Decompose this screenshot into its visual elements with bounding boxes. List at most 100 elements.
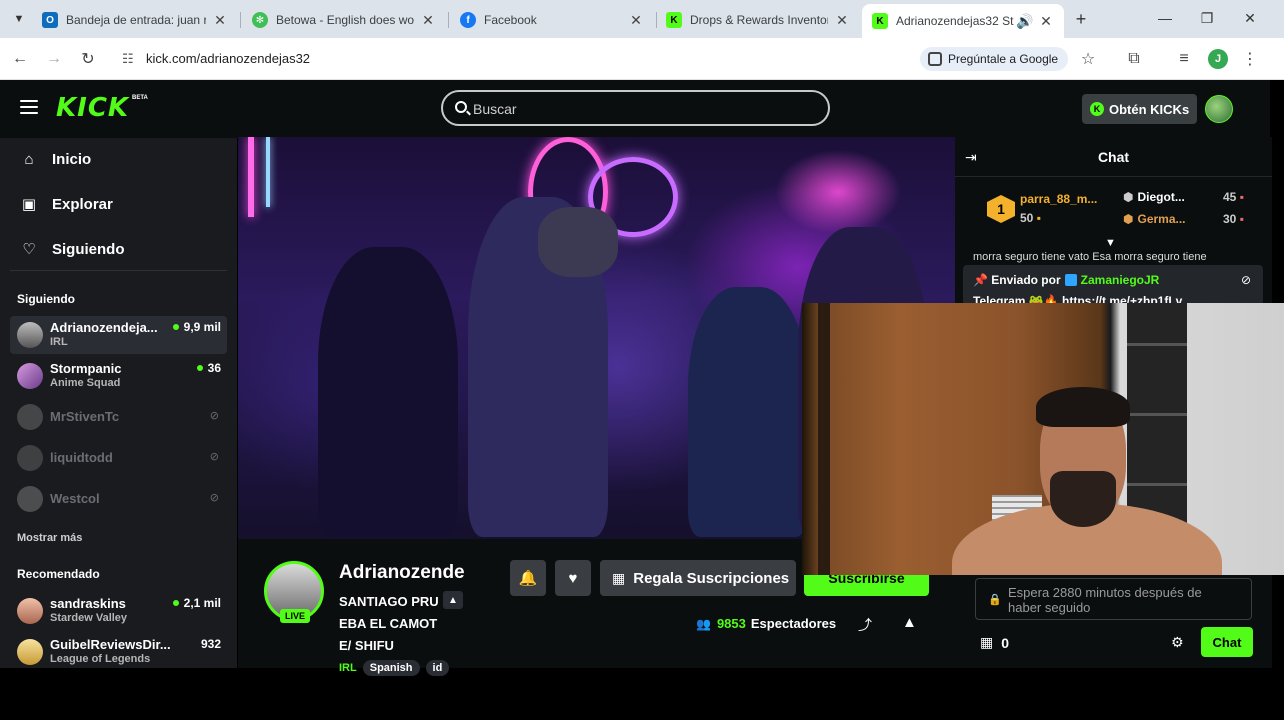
rank-icon: ⬢ xyxy=(1123,190,1134,204)
tag[interactable]: id xyxy=(425,660,450,676)
sidebar-channel[interactable]: GuibelReviewsDir... League of Legends 93… xyxy=(10,633,227,671)
forward-arrow-icon[interactable]: → xyxy=(42,47,66,71)
close-icon[interactable]: ✕ xyxy=(1038,13,1054,30)
rank-icon: ⬢ xyxy=(1123,212,1134,226)
show-more-link[interactable]: Mostrar más xyxy=(17,532,82,544)
sidebar-channel[interactable]: sandraskins Stardew Valley 2,1 mil xyxy=(10,592,227,630)
viewer-count: 36 xyxy=(196,361,221,375)
sidebar-channel[interactable]: Stormpanic Anime Squad 36 xyxy=(10,357,227,395)
ask-google-chip[interactable]: Pregúntale a Google xyxy=(920,47,1069,71)
sidebar-channel[interactable]: liquidtodd ⊘ xyxy=(10,439,227,477)
leaderboard-name: Germa... xyxy=(1137,212,1186,226)
nav-label: Explorar xyxy=(52,195,113,213)
tab-outlook[interactable]: O Bandeja de entrada: juan rojas ✕ xyxy=(32,6,238,34)
tab-drops[interactable]: K Drops & Rewards Inventory ✕ xyxy=(656,6,860,34)
pinned-message[interactable]: 📌 Enviado por ZamaniegoJR ⊘ Telegram 🐸🔥 … xyxy=(963,265,1263,305)
live-dot-icon xyxy=(196,365,203,371)
expand-leaderboard-icon[interactable]: ▼ xyxy=(1105,237,1116,249)
pin-icon: 📌 xyxy=(973,273,988,287)
unpin-icon[interactable]: ⊘ xyxy=(1241,273,1251,287)
leaderboard-amount: 50 ▪ xyxy=(1020,211,1041,225)
leaderboard-entry[interactable]: ⬢ Germa... xyxy=(1123,212,1186,226)
chevron-up-icon[interactable]: ▲ xyxy=(443,591,463,609)
pinned-prefix: Enviado por xyxy=(991,273,1061,287)
language-tag[interactable]: Spanish xyxy=(362,660,420,676)
chat-input-placeholder: Espera 2880 minutos después de haber seg… xyxy=(1008,585,1202,615)
site-header: KICK BETA K Obtén KICKs xyxy=(0,80,1270,138)
more-menu-icon[interactable]: ⋮ xyxy=(1238,47,1262,71)
site-info-icon[interactable]: ☷ xyxy=(122,51,134,67)
kicks-balance[interactable]: ▦ 0 xyxy=(980,634,1009,651)
speaker-icon[interactable]: 🔊 xyxy=(1016,13,1033,30)
avatar xyxy=(17,363,43,389)
share-icon[interactable]: ⤴ xyxy=(858,615,872,635)
media-control-icon[interactable]: ≡ xyxy=(1172,47,1196,71)
back-arrow-icon[interactable]: ← xyxy=(8,47,32,71)
channel-name: GuibelReviewsDir... xyxy=(50,637,170,652)
profile-avatar[interactable]: J xyxy=(1208,49,1228,69)
lock-icon: 🔒 xyxy=(988,594,1002,606)
close-icon[interactable]: ✕ xyxy=(212,12,228,29)
stream-title: SANTIAGO PRU EBA EL CAMOT E/ SHIFU xyxy=(339,594,439,653)
nav-explore[interactable]: ▣ Explorar xyxy=(20,192,113,216)
tab-title: Facebook xyxy=(484,13,537,27)
stream-tags: IRL Spanish id xyxy=(339,660,450,676)
outlook-icon: O xyxy=(42,12,58,28)
kick-logo[interactable]: KICK xyxy=(56,93,129,123)
channel-category: IRL xyxy=(50,336,68,348)
viewer-count: 2,1 mil xyxy=(172,596,221,610)
divider xyxy=(10,270,227,271)
reload-icon[interactable]: ↻ xyxy=(76,47,100,71)
tab-search-icon[interactable]: ▼ xyxy=(8,8,30,30)
chat-message: morra seguro tiene vato Esa morra seguro… xyxy=(973,251,1207,263)
user-avatar[interactable] xyxy=(1205,95,1233,123)
close-icon[interactable]: ✕ xyxy=(834,12,850,29)
sidebar-channel[interactable]: MrStivenTc ⊘ xyxy=(10,398,227,436)
minimize-icon[interactable]: — xyxy=(1150,6,1180,30)
live-badge: LIVE xyxy=(280,609,310,623)
url-text[interactable]: kick.com/adrianozendejas32 xyxy=(146,51,310,66)
avatar xyxy=(17,486,43,512)
close-icon[interactable]: ✕ xyxy=(420,12,436,29)
gift-subs-button[interactable]: ▦ Regala Suscripciones xyxy=(600,560,796,596)
kick-icon: K xyxy=(666,12,682,28)
bookmark-star-icon[interactable]: ☆ xyxy=(1076,47,1100,71)
close-icon[interactable]: ✕ xyxy=(628,12,644,29)
tab-stream[interactable]: K Adrianozendejas32 Stream 🔊 ✕ xyxy=(862,4,1064,38)
pinned-user[interactable]: ZamaniegoJR xyxy=(1081,273,1160,287)
leaderboard-name: Diegot... xyxy=(1137,190,1185,204)
leaderboard-entry[interactable]: ⬢ Diegot... xyxy=(1123,190,1185,204)
recommended-heading: Recomendado xyxy=(17,567,100,581)
close-window-icon[interactable]: ✕ xyxy=(1235,6,1265,30)
tab-facebook[interactable]: f Facebook ✕ xyxy=(450,6,654,34)
channel-name: Adrianozendeja... xyxy=(50,320,158,335)
gear-icon[interactable]: ⚙ xyxy=(1171,634,1184,651)
tab-betowa[interactable]: ✻ Betowa - English does work ✕ xyxy=(242,6,446,34)
restore-icon[interactable]: ❐ xyxy=(1192,6,1222,30)
search-box[interactable] xyxy=(441,90,830,126)
search-icon xyxy=(455,101,467,113)
bell-icon[interactable]: 🔔 xyxy=(510,560,546,596)
send-chat-button[interactable]: Chat xyxy=(1201,627,1253,657)
get-kicks-button[interactable]: K Obtén KICKs xyxy=(1082,94,1197,124)
heart-icon[interactable]: ♥ xyxy=(555,560,591,596)
menu-icon[interactable] xyxy=(20,100,38,114)
sidebar-channel[interactable]: Westcol ⊘ xyxy=(10,480,227,518)
nav-home[interactable]: ⌂ Inicio xyxy=(20,147,91,171)
leaderboard-name[interactable]: parra_88_m... xyxy=(1020,192,1097,206)
search-input[interactable] xyxy=(473,99,803,119)
streamer-name[interactable]: Adrianozende xyxy=(339,562,465,584)
channel-name: sandraskins xyxy=(50,596,126,611)
extensions-icon[interactable]: ⧉ xyxy=(1122,47,1146,71)
category-tag[interactable]: IRL xyxy=(339,660,357,676)
report-icon[interactable]: ▲ xyxy=(902,614,917,631)
facebook-icon: f xyxy=(460,12,476,28)
channel-name: MrStivenTc xyxy=(50,409,120,424)
nav-following[interactable]: ♡ Siguiendo xyxy=(20,237,124,261)
channel-category: Anime Squad xyxy=(50,377,121,389)
sidebar-channel[interactable]: Adrianozendeja... IRL 9,9 mil xyxy=(10,316,227,354)
chat-input[interactable]: 🔒 Espera 2880 minutos después de haber s… xyxy=(975,578,1252,620)
new-tab-button[interactable]: + xyxy=(1070,8,1092,30)
address-bar[interactable]: ☷ kick.com/adrianozendejas32 Pregúntale … xyxy=(110,43,1110,75)
home-icon: ⌂ xyxy=(24,150,34,168)
